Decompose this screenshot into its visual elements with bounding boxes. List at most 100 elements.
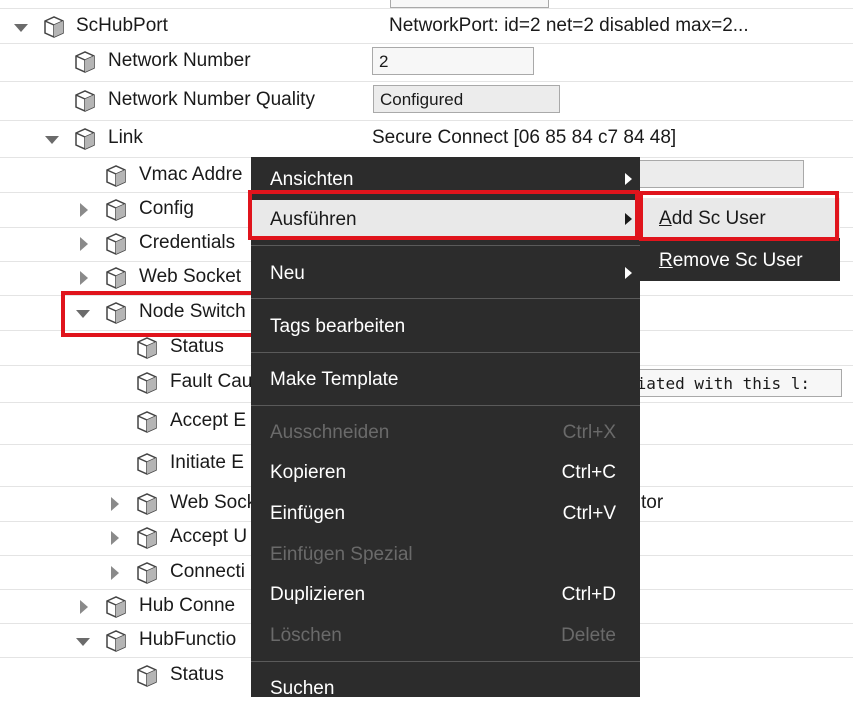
menu-item-label: Löschen xyxy=(270,625,342,646)
tree-label: Node Switch xyxy=(139,301,246,322)
menu-shortcut: Ctrl+C xyxy=(561,462,616,483)
mnemonic-letter: A xyxy=(659,208,672,229)
menu-item-label: Tags bearbeiten xyxy=(270,316,406,337)
cube-icon xyxy=(106,596,126,618)
menu-item-kopieren[interactable]: Kopieren Ctrl+C xyxy=(251,453,640,491)
cube-icon xyxy=(137,493,157,515)
cube-icon xyxy=(75,128,95,150)
expand-toggle[interactable] xyxy=(111,531,119,545)
menu-separator xyxy=(251,245,640,246)
cube-icon xyxy=(106,302,126,324)
menu-item-label: Ausschneiden xyxy=(270,422,390,443)
cube-icon xyxy=(75,51,95,73)
partial-field[interactable] xyxy=(390,0,549,8)
menu-item-label: Ausführen xyxy=(270,209,357,230)
tree-row-network-number-quality[interactable]: Network Number Quality Configured xyxy=(0,84,853,118)
expand-toggle[interactable] xyxy=(111,497,119,511)
tree-label: Web Sock xyxy=(170,492,257,513)
menu-item-einfuegen[interactable]: Einfügen Ctrl+V xyxy=(251,494,640,532)
expand-toggle[interactable] xyxy=(80,203,88,217)
quality-field: Configured xyxy=(373,85,560,113)
tree-label: Hub Conne xyxy=(139,595,236,616)
row-divider xyxy=(0,81,853,82)
cube-icon xyxy=(75,90,95,112)
menu-separator xyxy=(251,405,640,406)
label-rest: emove Sc User xyxy=(672,250,803,271)
cube-icon xyxy=(137,665,157,687)
tree-label: Accept U xyxy=(170,526,248,547)
row-divider xyxy=(0,8,853,9)
submenu-arrow-icon xyxy=(625,213,632,225)
tree-label: Web Socket xyxy=(139,266,242,287)
menu-item-suchen[interactable]: Suchen xyxy=(251,669,640,707)
label-rest: dd Sc User xyxy=(671,208,766,229)
menu-item-einfuegen-spezial[interactable]: Einfügen Spezial xyxy=(251,535,640,573)
cube-icon xyxy=(137,527,157,549)
tree-label: Config xyxy=(139,198,194,219)
tree-label: ScHubPort xyxy=(76,15,168,36)
submenu-ausfuehren: Add Sc User Remove Sc User xyxy=(640,198,840,281)
tree-label: Connecti xyxy=(170,561,245,582)
menu-item-label: Remove Sc User xyxy=(659,250,803,272)
menu-item-add-sc-user[interactable]: Add Sc User xyxy=(640,198,840,238)
menu-item-neu[interactable]: Neu xyxy=(251,254,640,292)
expand-toggle[interactable] xyxy=(76,638,90,646)
tree-row-network-number[interactable]: Network Number 2 xyxy=(0,45,853,79)
cube-icon xyxy=(106,165,126,187)
menu-item-ausschneiden[interactable]: Ausschneiden Ctrl+X xyxy=(251,413,640,451)
menu-item-make-template[interactable]: Make Template xyxy=(251,360,640,398)
tree-row-link[interactable]: Link Secure Connect [06 85 84 c7 84 48] xyxy=(0,122,853,156)
menu-item-label: Einfügen xyxy=(270,503,346,524)
menu-item-ausfuehren[interactable]: Ausführen xyxy=(251,200,640,238)
menu-separator xyxy=(251,352,640,353)
mnemonic-letter: R xyxy=(659,250,673,271)
tree-label: Credentials xyxy=(139,232,236,253)
cube-icon xyxy=(137,337,157,359)
menu-item-label: Einfügen Spezial xyxy=(270,544,413,565)
menu-item-ansichten[interactable]: Ansichten xyxy=(251,160,640,198)
menu-shortcut: Ctrl+X xyxy=(562,422,616,443)
tree-label: Status xyxy=(170,664,224,685)
menu-item-label: Add Sc User xyxy=(659,208,766,230)
menu-shortcut: Ctrl+V xyxy=(562,503,616,524)
submenu-arrow-icon xyxy=(625,173,632,185)
menu-item-duplizieren[interactable]: Duplizieren Ctrl+D xyxy=(251,575,640,613)
expand-toggle[interactable] xyxy=(14,24,28,32)
menu-item-loeschen[interactable]: Löschen Delete xyxy=(251,616,640,654)
expand-toggle[interactable] xyxy=(76,310,90,318)
tree-label: Status xyxy=(170,336,224,357)
tree-label: Network Number xyxy=(108,50,251,71)
expand-toggle[interactable] xyxy=(80,271,88,285)
tree-row-schubport[interactable]: ScHubPort NetworkPort: id=2 net=2 disabl… xyxy=(0,10,853,44)
cube-icon xyxy=(137,372,157,394)
tree-label: Link xyxy=(108,127,143,148)
tree-label: Network Number Quality xyxy=(108,89,315,110)
fault-cause-field[interactable]: ciated with this l: xyxy=(620,369,842,397)
menu-item-remove-sc-user[interactable]: Remove Sc User xyxy=(640,240,840,280)
vmac-field xyxy=(635,160,804,188)
cube-icon xyxy=(137,562,157,584)
tree-value: tor xyxy=(641,492,664,513)
cube-icon xyxy=(106,233,126,255)
menu-item-label: Duplizieren xyxy=(270,584,366,605)
menu-item-label: Kopieren xyxy=(270,462,347,483)
expand-toggle[interactable] xyxy=(80,237,88,251)
network-number-field[interactable]: 2 xyxy=(372,47,534,75)
tree-label: Vmac Addre xyxy=(139,164,243,185)
row-divider xyxy=(0,120,853,121)
tree-label: Initiate E xyxy=(170,452,244,473)
cube-icon xyxy=(106,199,126,221)
menu-shortcut: Ctrl+D xyxy=(561,584,616,605)
menu-item-tags-bearbeiten[interactable]: Tags bearbeiten xyxy=(251,307,640,345)
expand-toggle[interactable] xyxy=(45,136,59,144)
expand-toggle[interactable] xyxy=(80,600,88,614)
cube-icon xyxy=(44,16,64,38)
expand-toggle[interactable] xyxy=(111,566,119,580)
menu-item-label: Ansichten xyxy=(270,169,354,190)
cube-icon xyxy=(137,411,157,433)
menu-item-label: Neu xyxy=(270,263,305,284)
context-menu: Ansichten Ausführen Neu Tags bearbeiten … xyxy=(251,157,640,699)
tree-label: Accept E xyxy=(170,410,247,431)
tree-value: Secure Connect [06 85 84 c7 84 48] xyxy=(372,127,677,148)
cube-icon xyxy=(106,267,126,289)
